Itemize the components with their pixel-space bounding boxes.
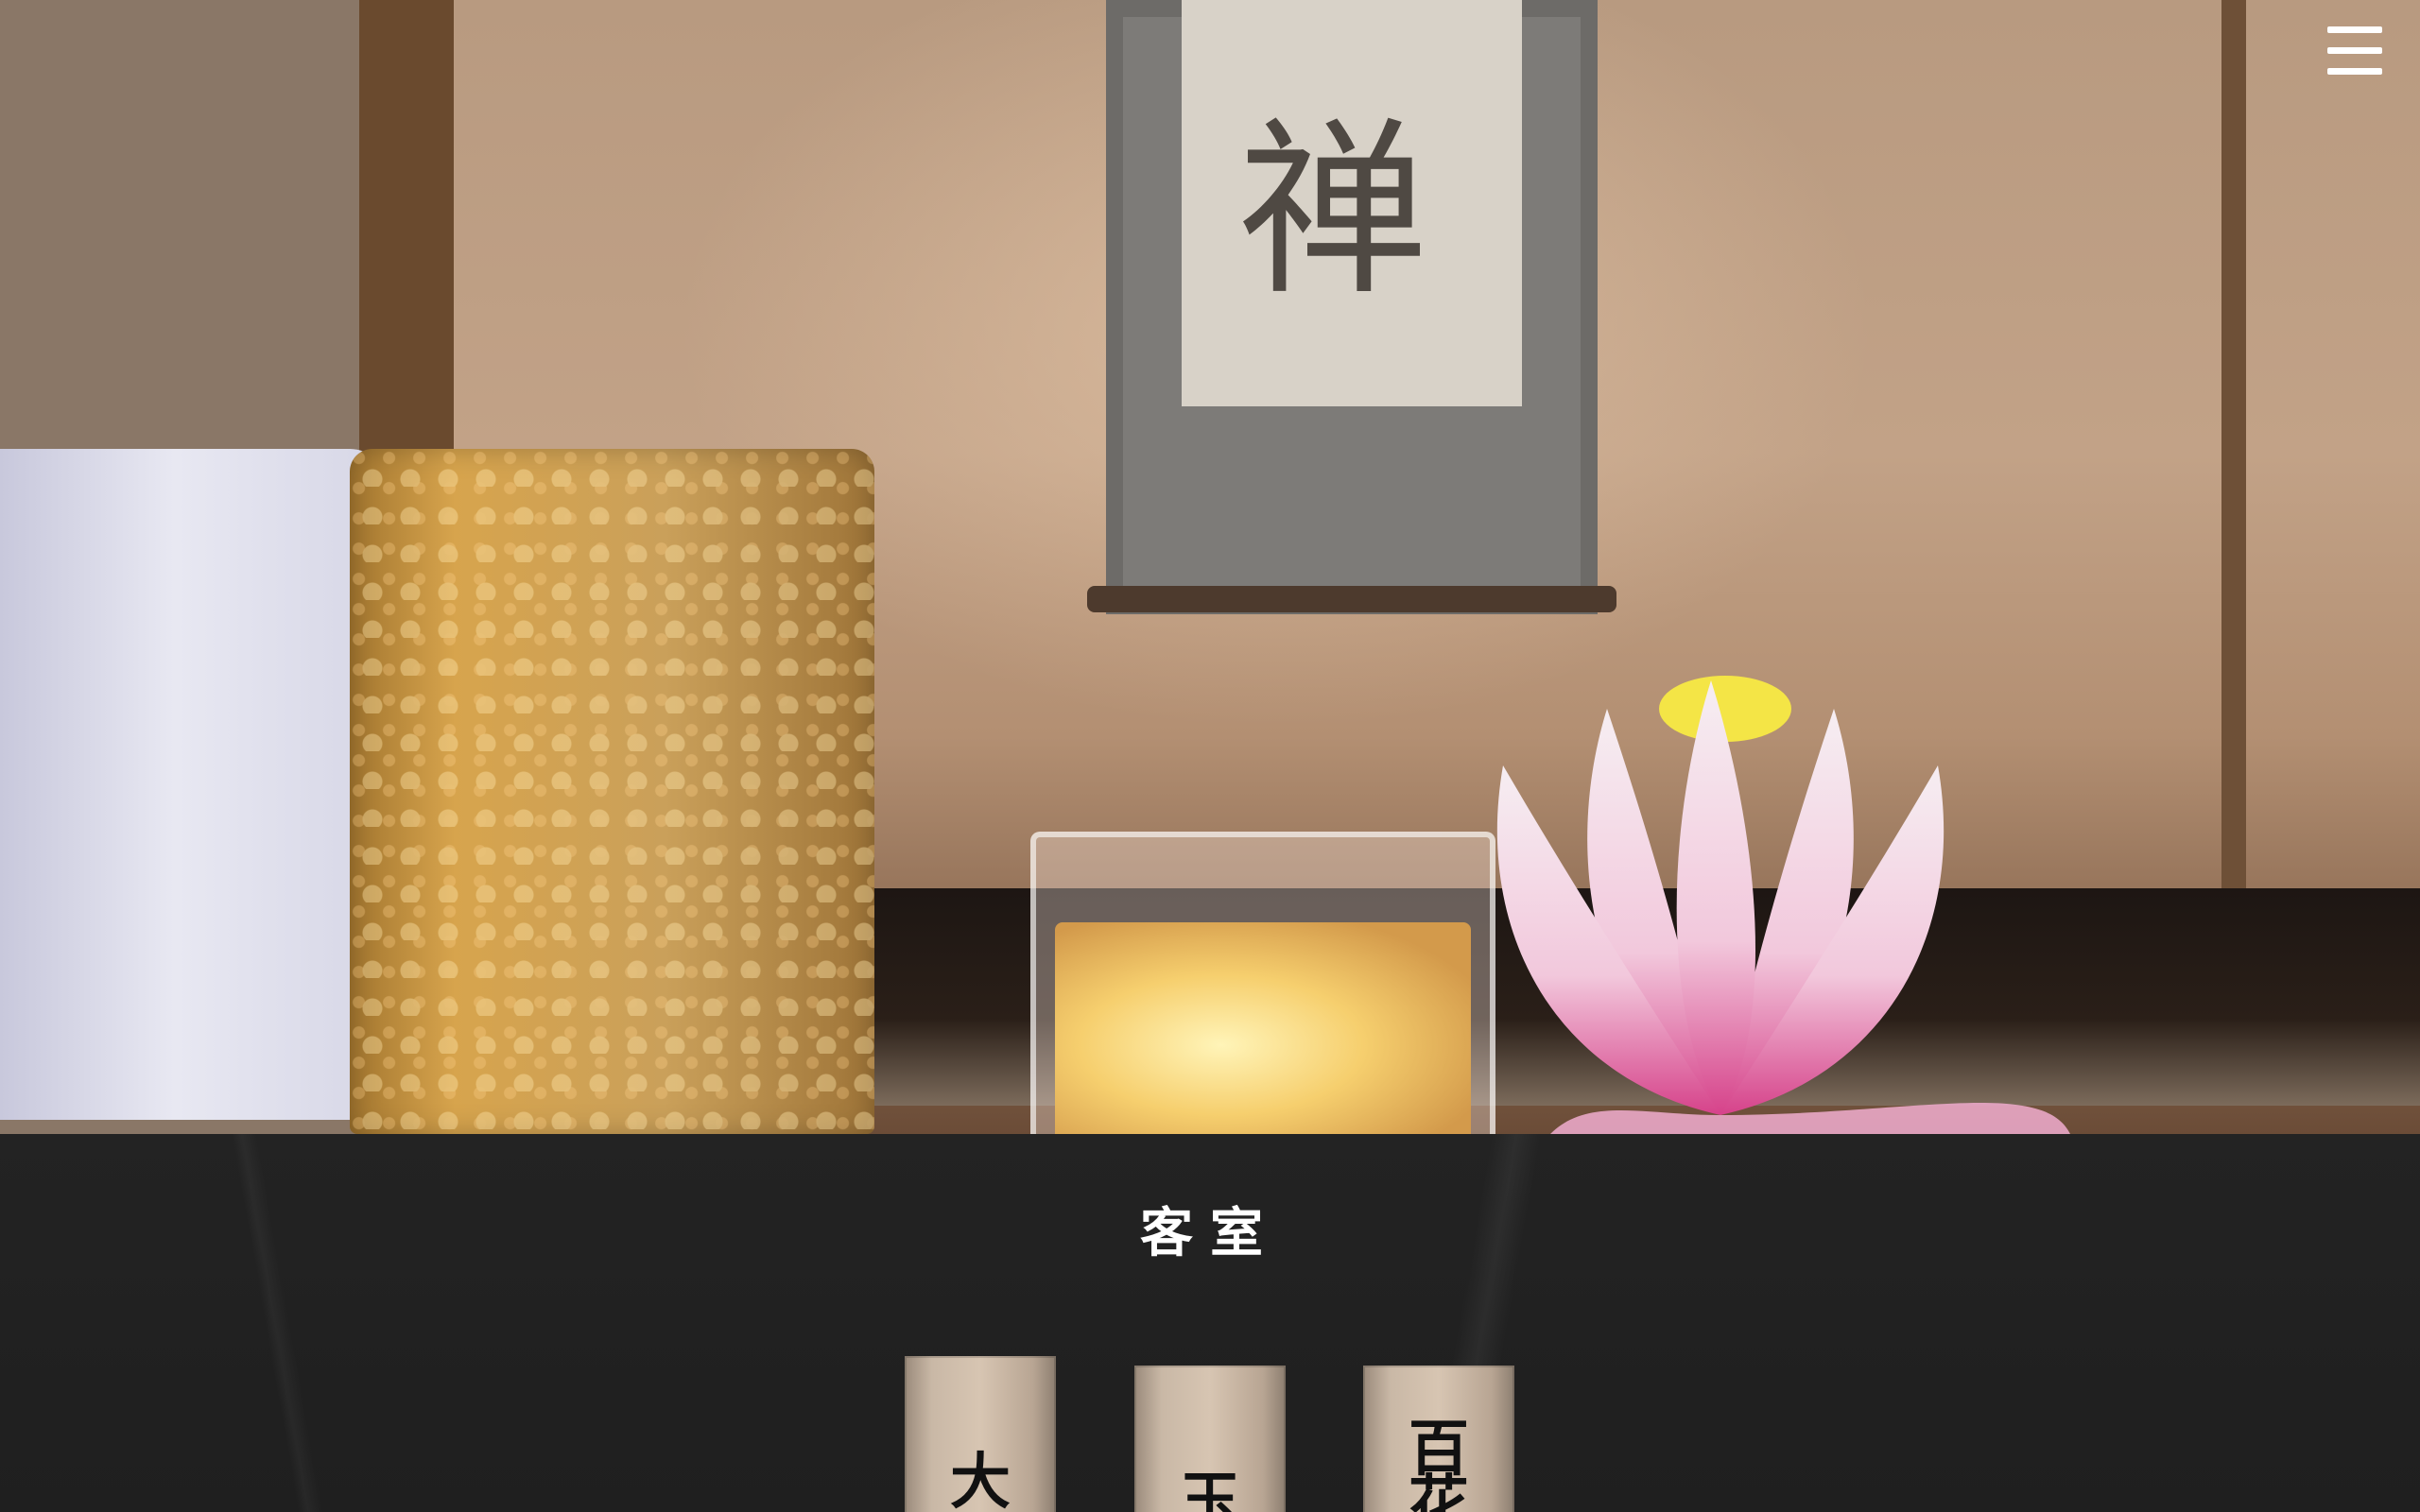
hamburger-bar	[2327, 68, 2382, 75]
candle-glow	[1055, 922, 1471, 1134]
rooms-title: 客室	[1140, 1202, 1280, 1264]
scroll-paper: 禅	[1182, 0, 1522, 406]
hamburger-menu-icon[interactable]	[2327, 26, 2382, 76]
hamburger-bar	[2327, 26, 2382, 33]
singing-bowl	[0, 449, 388, 1120]
room-plaque-label: 玉	[1180, 1466, 1240, 1512]
hanging-scroll: 禅	[1087, 0, 1616, 614]
rooms-section: 客室 大 玉 百花	[0, 1134, 2420, 1512]
lotus-flower	[1496, 676, 2070, 1134]
room-plaque-label: 大	[950, 1447, 1011, 1512]
lotus-base-petal	[1550, 1102, 2070, 1134]
scroll-rod	[1087, 586, 1616, 612]
hamburger-bar	[2327, 47, 2382, 54]
room-plaque-2[interactable]: 玉	[1134, 1366, 1286, 1512]
room-plaque-label: 百花	[1409, 1414, 1469, 1512]
scroll-calligraphy: 禅	[1238, 101, 1428, 321]
room-plaque-1[interactable]: 大	[905, 1356, 1056, 1512]
bamboo-lantern	[350, 449, 874, 1134]
candle-holder	[1030, 832, 1495, 1134]
hero-image: 禅	[0, 0, 2420, 1134]
room-plaque-3[interactable]: 百花	[1363, 1366, 1514, 1512]
bamboo-lantern-pattern	[350, 449, 874, 1134]
hero-pillar	[2221, 0, 2246, 888]
